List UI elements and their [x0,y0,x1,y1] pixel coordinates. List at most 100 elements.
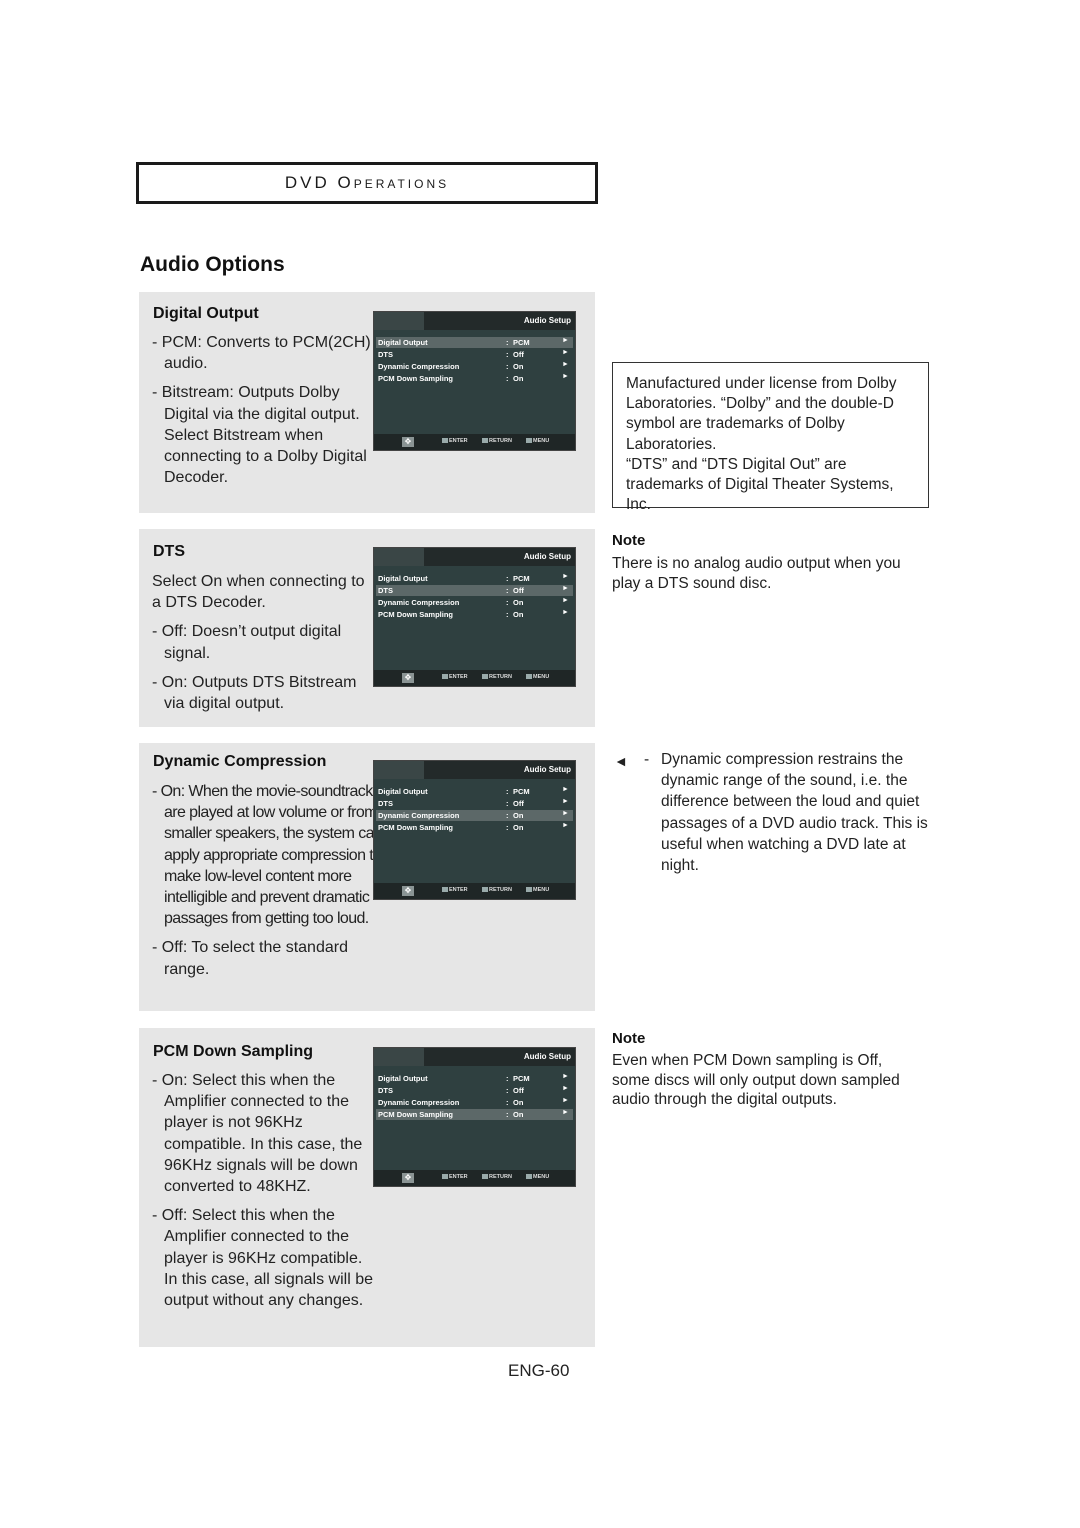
osd-title: Audio Setup [523,316,571,325]
osd-row-label: Digital Output [378,574,428,583]
osd-menu-row[interactable]: Digital Output: PCM ► [376,786,573,797]
paragraph: Select On when connecting to a DTS Decod… [152,573,365,612]
osd-title: Audio Setup [523,552,571,561]
osd-footer: ✥ ENTER RETURN MENU [374,434,575,450]
pointer-arrow-icon: ◄ [614,753,628,769]
osd-menu-row[interactable]: PCM Down Sampling: On ► [376,1109,573,1120]
osd-row-label: Digital Output [378,1074,428,1083]
osd-header: Audio Setup [374,1048,575,1066]
osd-row-label: Digital Output [378,338,428,347]
menu-icon [526,674,532,679]
enter-icon [442,887,448,892]
osd-row-colon: : [506,1086,509,1095]
return-hint: RETURN [482,674,512,680]
osd-menu-row[interactable]: Digital Output: PCM ► [376,337,573,348]
osd-row-colon: : [506,374,509,383]
osd-menu-row[interactable]: Dynamic Compression: On ► [376,810,573,821]
osd-menu-row[interactable]: PCM Down Sampling: On ► [376,373,573,384]
paragraph: - Bitstream: Outputs Dolby Digital via t… [152,384,367,487]
osd-menu-row[interactable]: Digital Output: PCM ► [376,1073,573,1084]
osd-header: Audio Setup [374,312,575,330]
return-hint: RETURN [482,438,512,444]
osd-audio-setup-screen: Audio Setup Digital Output: PCM ► DTS: Off ► Dy… [373,547,576,687]
osd-row-value: Off [513,799,524,808]
osd-menu-row[interactable]: Dynamic Compression: On ► [376,1097,573,1108]
right-arrow-icon: ► [562,1097,569,1104]
return-hint: RETURN [482,1174,512,1180]
tip-text: Dynamic compression restrains the dynami… [661,751,928,875]
osd-footer: ✥ ENTER RETURN MENU [374,883,575,899]
osd-row-value: On [513,811,524,820]
osd-row-colon: : [506,1074,509,1083]
osd-title: Audio Setup [523,1052,571,1061]
osd-audio-setup-screen: Audio Setup Digital Output: PCM ► DTS: Off ► Dy… [373,311,576,451]
return-icon [482,674,488,679]
osd-menu-row[interactable]: DTS: Off ► [376,1085,573,1096]
tip-dash: - [644,751,650,768]
osd-menu-row[interactable]: DTS: Off ► [376,798,573,809]
osd-row-value: PCM [513,574,530,583]
osd-row-label: DTS [378,799,393,808]
osd-row-colon: : [506,1110,509,1119]
osd-menu-row[interactable]: Digital Output: PCM ► [376,573,573,584]
page-title: Audio Options [140,253,285,276]
osd-row-colon: : [506,1098,509,1107]
osd-row-label: PCM Down Sampling [378,610,453,619]
section-heading: Dynamic Compression [153,753,327,770]
section-text: Select On when connecting to a DTS Decod… [152,571,377,722]
osd-row-label: PCM Down Sampling [378,823,453,832]
right-arrow-icon: ► [562,1109,569,1116]
osd-header-left [374,1048,424,1066]
osd-row-label: DTS [378,1086,393,1095]
osd-row-value: PCM [513,338,530,347]
menu-icon [526,887,532,892]
enter-icon [442,1174,448,1179]
osd-row-value: On [513,598,524,607]
osd-header-left [374,312,424,330]
osd-row-value: On [513,1098,524,1107]
osd-row-value: Off [513,586,524,595]
license-notice-box: Manufactured under license from Dolby La… [612,362,929,513]
osd-menu-row[interactable]: DTS: Off ► [376,585,573,596]
osd-row-value: On [513,823,524,832]
osd-row-value: On [513,362,524,371]
osd-row-value: PCM [513,787,530,796]
osd-menu-row[interactable]: Dynamic Compression: On ► [376,361,573,372]
dolby-license-text: Manufactured under license from Dolby La… [626,375,897,453]
osd-header: Audio Setup [374,761,575,779]
right-arrow-icon: ► [562,361,569,368]
osd-row-label: Dynamic Compression [378,1098,460,1107]
right-arrow-icon: ► [562,585,569,592]
osd-row-label: PCM Down Sampling [378,1110,453,1119]
right-arrow-icon: ► [562,597,569,604]
navigation-pad-icon: ✥ [402,673,414,683]
osd-menu-row[interactable]: DTS: Off ► [376,349,573,360]
navigation-pad-icon: ✥ [402,437,414,447]
section-text: - PCM: Converts to PCM(2CH) audio. - Bit… [152,332,377,496]
right-arrow-icon: ► [562,1085,569,1092]
menu-hint: MENU [526,438,549,444]
paragraph: - Off: Select this when the Amplifier co… [152,1207,373,1310]
osd-row-colon: : [506,362,509,371]
section-heading: Digital Output [153,305,259,322]
osd-row-colon: : [506,350,509,359]
right-arrow-icon: ► [562,373,569,380]
osd-row-label: Dynamic Compression [378,811,460,820]
paragraph: - PCM: Converts to PCM(2CH) audio. [152,334,371,373]
osd-row-colon: : [506,574,509,583]
chapter-title: DVD OPERATIONS [284,173,450,192]
osd-menu-row[interactable]: PCM Down Sampling: On ► [376,609,573,620]
right-arrow-icon: ► [562,786,569,793]
note-heading: Note [612,1030,646,1047]
section-heading: DTS [153,543,185,560]
osd-menu-row[interactable]: PCM Down Sampling: On ► [376,822,573,833]
right-arrow-icon: ► [562,573,569,580]
osd-footer: ✥ ENTER RETURN MENU [374,1170,575,1186]
menu-icon [526,438,532,443]
return-icon [482,438,488,443]
dts-license-text: “DTS” and “DTS Digital Out” are trademar… [626,455,894,514]
menu-icon [526,1174,532,1179]
osd-menu-row[interactable]: Dynamic Compression: On ► [376,597,573,608]
section-heading: PCM Down Sampling [153,1043,313,1060]
right-arrow-icon: ► [562,609,569,616]
